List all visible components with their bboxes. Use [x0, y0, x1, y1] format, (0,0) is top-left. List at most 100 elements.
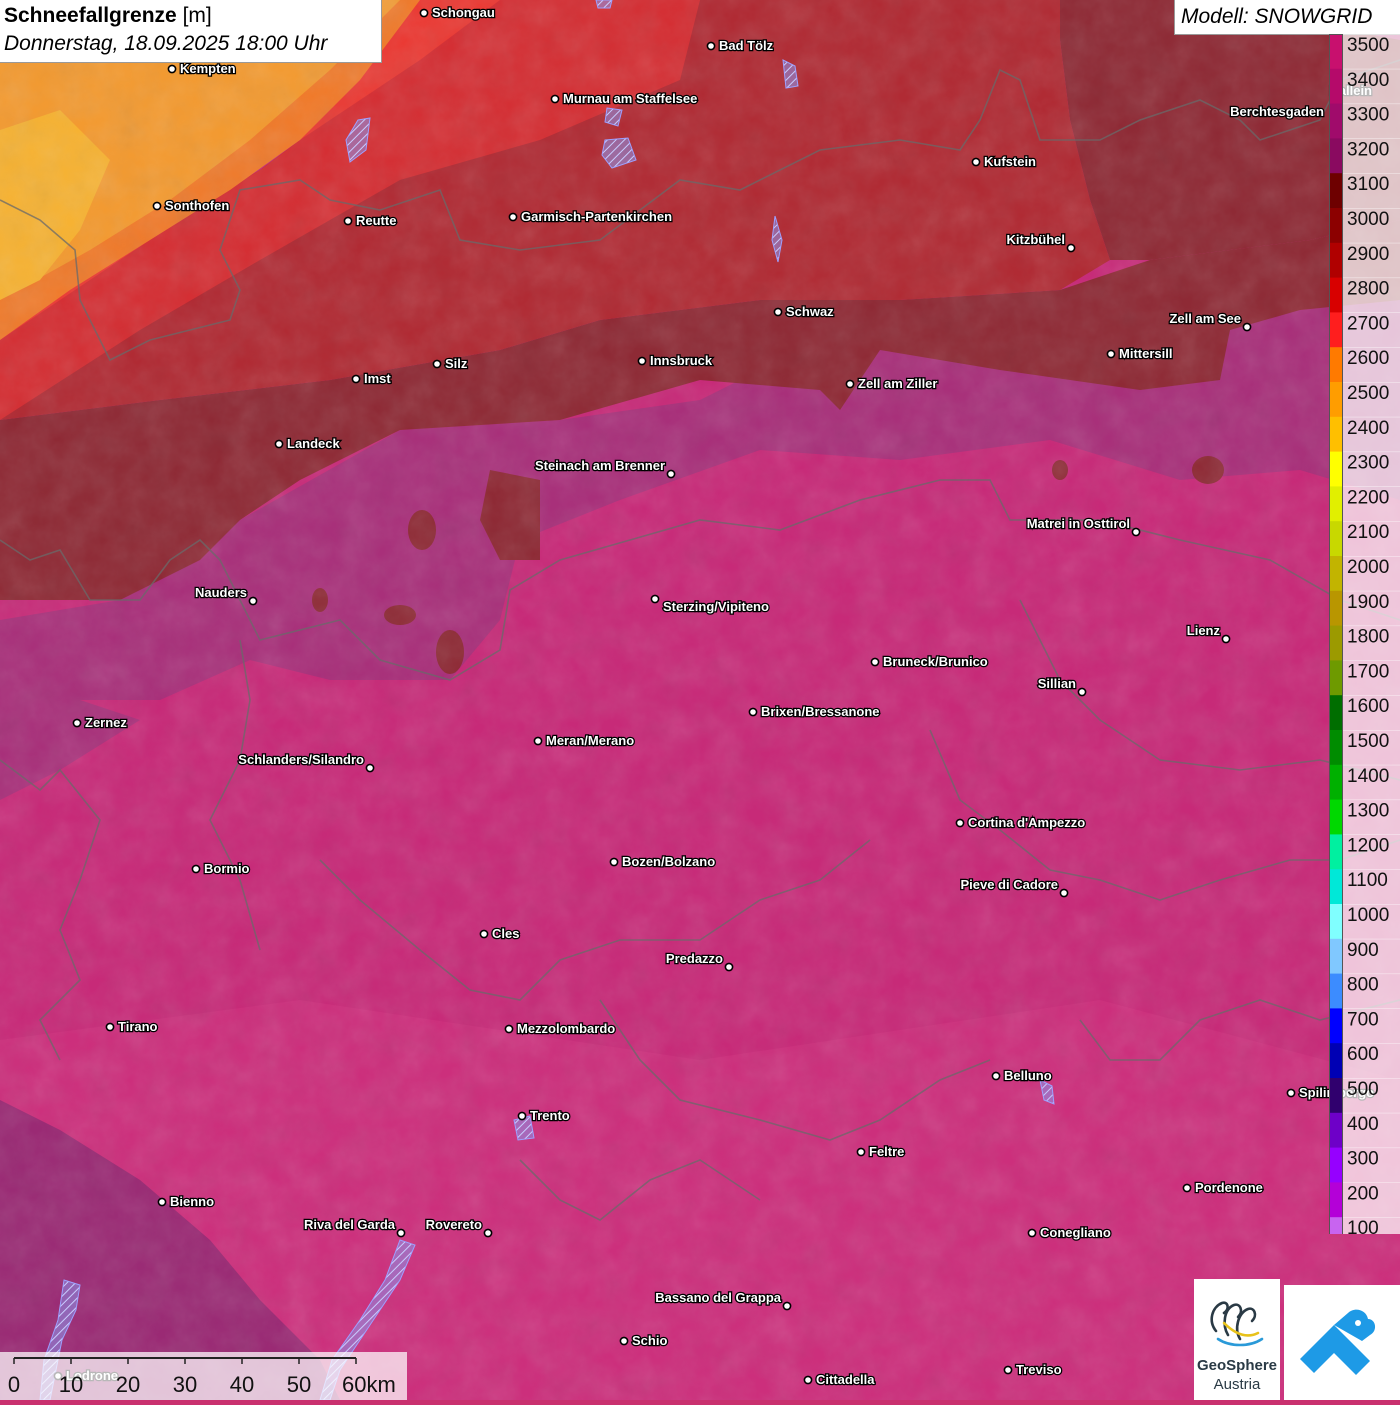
legend-label: 400 — [1347, 1114, 1379, 1135]
city-marker[interactable]: Cortina d'Ampezzo — [955, 814, 1087, 831]
scale-label: 60km — [342, 1372, 396, 1397]
legend-label: 600 — [1347, 1044, 1379, 1065]
city-dot — [533, 736, 543, 746]
city-marker[interactable]: Berchtesgaden — [1229, 103, 1326, 121]
city-label: Schio — [632, 1333, 667, 1348]
city-label: Garmisch-Partenkirchen — [521, 209, 672, 224]
city-dot — [72, 718, 82, 728]
model-box: Modell: SNOWGRID — [1174, 0, 1400, 35]
city-dot — [637, 356, 647, 366]
city-dot — [666, 469, 676, 479]
scale-bar: 0 10 20 30 40 50 60km — [8, 1357, 396, 1397]
scale-label: 10 — [59, 1372, 83, 1397]
city-marker[interactable]: Murnau am Staffelsee — [550, 90, 699, 107]
city-dot — [343, 216, 353, 226]
legend-swatch — [1329, 103, 1342, 139]
city-label: Landeck — [287, 436, 341, 451]
legend-swatch — [1329, 590, 1342, 627]
city-dot — [619, 1336, 629, 1346]
legend-label: 3100 — [1347, 174, 1389, 195]
city-label: Treviso — [1016, 1362, 1062, 1377]
city-marker[interactable]: Cittadella — [803, 1371, 877, 1388]
city-marker[interactable]: Brixen/Bressanone — [748, 703, 881, 720]
city-label: Mittersill — [1119, 346, 1172, 361]
city-marker[interactable]: Innsbruck — [637, 352, 714, 369]
legend-label: 1500 — [1347, 731, 1389, 752]
scale-label: 0 — [8, 1372, 20, 1397]
city-marker[interactable]: Mezzolombardo — [504, 1020, 617, 1037]
legend-label: 100 — [1347, 1218, 1379, 1234]
city-dot — [396, 1228, 406, 1238]
map-title: Schneefallgrenze [m] — [4, 4, 212, 28]
city-dot — [550, 94, 560, 104]
legend-swatch — [1329, 1112, 1342, 1149]
city-dot — [1131, 527, 1141, 537]
city-marker[interactable]: Sonthofen — [152, 197, 231, 214]
legend-swatch — [1329, 138, 1342, 174]
city-marker[interactable]: Schongau — [419, 4, 496, 21]
scale-label: 40 — [230, 1372, 254, 1397]
legend-swatch — [1329, 973, 1342, 1009]
legend-label: 2300 — [1347, 453, 1389, 474]
city-dot — [971, 157, 981, 167]
city-dot — [432, 359, 442, 369]
title-box: Schneefallgrenze [m] Donnerstag, 18.09.2… — [0, 0, 382, 63]
city-dot — [1066, 243, 1076, 253]
city-label: Feltre — [869, 1144, 904, 1159]
legend-label: 800 — [1347, 975, 1379, 996]
city-dot — [351, 374, 361, 384]
color-legend: 3500 3400 3300 3200 3100 3000 2900 2800 2700 2600… — [1329, 34, 1400, 1234]
legend-label: 700 — [1347, 1009, 1379, 1030]
city-dot — [274, 439, 284, 449]
legend-swatch — [1329, 1147, 1342, 1183]
city-marker[interactable]: Bozen/Bolzano — [609, 853, 717, 870]
legend-swatch — [1329, 695, 1342, 731]
title-text: Schneefallgrenze — [4, 4, 177, 27]
legend-label: 3300 — [1347, 105, 1389, 126]
legend-swatch — [1329, 312, 1342, 348]
city-marker[interactable]: Garmisch-Partenkirchen — [508, 208, 673, 225]
city-marker[interactable]: Meran/Merano — [533, 732, 635, 749]
snowgrid-logo[interactable] — [1284, 1285, 1400, 1400]
city-dot — [504, 1024, 514, 1034]
legend-label: 1100 — [1347, 870, 1388, 891]
legend-label: 1200 — [1347, 835, 1389, 856]
legend-swatch — [1329, 556, 1342, 592]
city-dot — [508, 212, 518, 222]
city-marker[interactable]: Zell am Ziller — [845, 375, 939, 392]
legend-swatch — [1329, 173, 1342, 209]
legend-swatch — [1329, 1043, 1342, 1079]
city-label: Sonthofen — [165, 198, 229, 213]
city-label: Steinach am Brenner — [535, 458, 665, 473]
legend-label: 3200 — [1347, 139, 1389, 160]
city-label: Cortina d'Ampezzo — [968, 815, 1085, 830]
city-marker[interactable]: Bruneck/Brunico — [870, 653, 989, 670]
city-label: Bozen/Bolzano — [622, 854, 715, 869]
city-dot — [706, 41, 716, 51]
scale-label: 20 — [116, 1372, 140, 1397]
city-label: Zell am Ziller — [858, 376, 937, 391]
city-marker[interactable]: Sterzing/Vipiteno — [650, 594, 770, 615]
city-label: Reutte — [356, 213, 396, 228]
legend-swatch — [1329, 660, 1342, 696]
city-label: Imst — [364, 371, 391, 386]
legend-swatch — [1329, 208, 1342, 244]
snowfall-limit-map[interactable]: Schongau Bad Tölz Kempten Murnau am Staffel… — [0, 0, 1400, 1400]
legend-swatch — [1329, 799, 1342, 835]
city-dot — [419, 8, 429, 18]
city-marker[interactable]: Pordenone — [1182, 1179, 1264, 1196]
city-label: Kempten — [180, 61, 236, 76]
scale-label: 30 — [173, 1372, 197, 1397]
geosphere-logo[interactable]: GeoSphere Austria — [1194, 1279, 1280, 1400]
city-dot — [152, 201, 162, 211]
city-dot — [1003, 1365, 1013, 1375]
city-dot — [105, 1022, 115, 1032]
legend-swatch — [1329, 1008, 1342, 1044]
city-label: Bruneck/Brunico — [883, 654, 988, 669]
city-dot — [1242, 322, 1252, 332]
city-dot — [1106, 349, 1116, 359]
legend-swatch — [1329, 730, 1342, 766]
city-dot — [773, 307, 783, 317]
city-marker[interactable]: Conegliano — [1027, 1224, 1112, 1241]
city-dot — [1182, 1183, 1192, 1193]
